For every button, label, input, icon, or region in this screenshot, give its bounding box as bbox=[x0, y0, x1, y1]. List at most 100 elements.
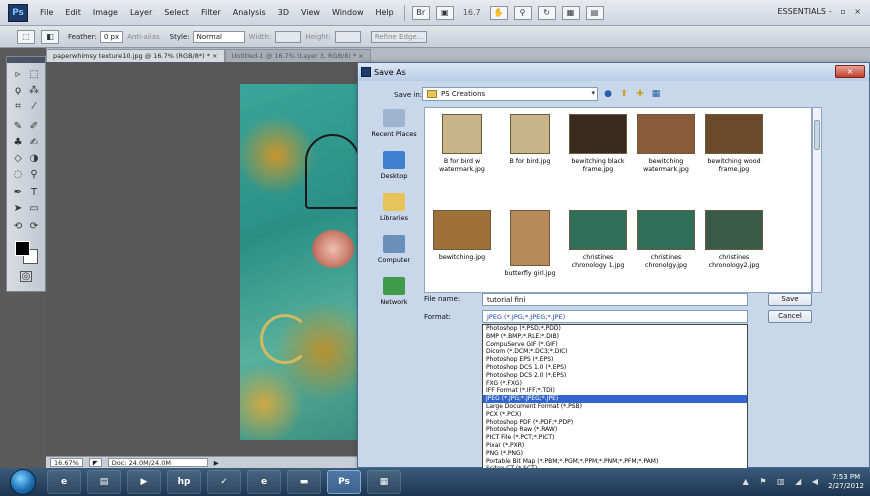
place-desktop[interactable]: Desktop bbox=[364, 151, 424, 180]
eraser-icon[interactable]: ◇ bbox=[11, 151, 25, 165]
marquee-tool-icon[interactable]: ⬚ bbox=[27, 67, 41, 81]
place-recent-places[interactable]: Recent Places bbox=[364, 109, 424, 138]
menu-view[interactable]: View bbox=[295, 8, 326, 17]
menu-analysis[interactable]: Analysis bbox=[227, 8, 272, 17]
menu-layer[interactable]: Layer bbox=[124, 8, 158, 17]
cancel-button[interactable]: Cancel bbox=[768, 310, 812, 323]
format-option[interactable]: Photoshop PDF (*.PDF;*.PDP) bbox=[483, 419, 747, 427]
tab-paperwhimsy[interactable]: paperwhimsy texture10.jpg @ 16.7% (RGB/8… bbox=[46, 49, 225, 62]
file-item[interactable]: bewitching black frame.jpg bbox=[565, 114, 631, 174]
close-icon[interactable]: × bbox=[835, 65, 865, 78]
blur-tool-icon[interactable]: ◌ bbox=[11, 167, 25, 181]
view-menu-icon[interactable]: ▦ bbox=[650, 88, 662, 100]
zoom-icon[interactable]: ⚲ bbox=[513, 5, 532, 20]
save-in-select[interactable]: PS Creations ▾ bbox=[422, 87, 598, 101]
file-item[interactable]: christines chronology2.jpg bbox=[701, 210, 767, 270]
file-item[interactable]: butterfly girl.jpg bbox=[497, 210, 563, 278]
width-input[interactable] bbox=[275, 30, 302, 43]
menu-image[interactable]: Image bbox=[87, 8, 124, 17]
format-option[interactable]: PICT File (*.PCT;*.PICT) bbox=[483, 434, 747, 442]
antialias-checkbox[interactable]: Anti-alias bbox=[127, 33, 160, 41]
format-option[interactable]: Large Document Format (*.PSB) bbox=[483, 403, 747, 411]
hand-icon[interactable]: ✋ bbox=[489, 5, 508, 20]
document-artwork[interactable] bbox=[240, 84, 360, 440]
document-icon[interactable]: ▦ bbox=[367, 470, 401, 494]
format-option[interactable]: JPEG (*.JPG;*.JPEG;*.JPE) bbox=[483, 395, 747, 403]
workspace-switcher[interactable]: ESSENTIALS bbox=[777, 7, 826, 16]
lasso-tool-icon[interactable]: ϙ bbox=[11, 83, 25, 97]
history-brush-icon[interactable]: ✍ bbox=[27, 135, 41, 149]
status-arrow-icon[interactable]: ◤ bbox=[88, 458, 102, 467]
selection-mode-icon[interactable]: ◧ bbox=[41, 29, 59, 44]
ie-icon[interactable]: e bbox=[47, 470, 81, 494]
new-folder-icon[interactable]: ✚ bbox=[634, 88, 646, 100]
file-item[interactable]: christines chronolgy.jpg bbox=[633, 210, 699, 270]
extras-icon[interactable]: ▤ bbox=[585, 5, 604, 20]
tab-untitled-1[interactable]: Untitled-1 @ 16.7% (Layer 3, RGB/8) * × bbox=[224, 49, 371, 62]
file-item[interactable]: bewitching watermark.jpg bbox=[633, 114, 699, 174]
menu-window[interactable]: Window bbox=[326, 8, 370, 17]
crop-tool-icon[interactable]: ⌗ bbox=[11, 99, 25, 113]
format-option[interactable]: Pixar (*.PXR) bbox=[483, 442, 747, 450]
file-item[interactable]: B for bird w watermark.jpg bbox=[429, 114, 495, 174]
place-libraries[interactable]: Libraries bbox=[364, 193, 424, 222]
back-icon[interactable]: ● bbox=[602, 88, 614, 100]
menu-filter[interactable]: Filter bbox=[195, 8, 227, 17]
format-dropdown-list[interactable]: Photoshop (*.PSD;*.PDD) BMP (*.BMP;*.RLE;… bbox=[482, 324, 748, 469]
format-option[interactable]: Photoshop EPS (*.EPS) bbox=[483, 356, 747, 364]
quick-select-icon[interactable]: ⁂ bbox=[27, 83, 41, 97]
format-option[interactable]: PCX (*.PCX) bbox=[483, 411, 747, 419]
hp-icon[interactable]: hp bbox=[167, 470, 201, 494]
foreground-color-swatch[interactable] bbox=[15, 241, 30, 256]
3d-rotate-icon[interactable]: ⟲ bbox=[11, 219, 25, 233]
move-tool-icon[interactable]: ▹ bbox=[11, 67, 25, 81]
file-list[interactable]: B for bird w watermark.jpg B for bird.jpg… bbox=[424, 107, 812, 293]
shape-tool-icon[interactable]: ▭ bbox=[27, 201, 41, 215]
format-option[interactable]: IFF Format (*.IFF;*.TDI) bbox=[483, 387, 747, 395]
format-option[interactable]: Portable Bit Map (*.PBM;*.PGM;*.PPM;*.PN… bbox=[483, 458, 747, 466]
tools-panel-header[interactable] bbox=[7, 57, 45, 63]
format-option[interactable]: Photoshop Raw (*.RAW) bbox=[483, 426, 747, 434]
healing-brush-icon[interactable]: ✎ bbox=[11, 119, 25, 133]
refine-edge-button[interactable]: Refine Edge... bbox=[370, 30, 428, 43]
file-item[interactable]: christines chronology 1.jpg bbox=[565, 210, 631, 270]
pen-tool-icon[interactable]: ✒ bbox=[11, 185, 25, 199]
folder-icon[interactable]: ▬ bbox=[287, 470, 321, 494]
format-select[interactable]: JPEG (*.JPG;*.JPEG;*.JPE) bbox=[482, 310, 748, 323]
menu-help[interactable]: Help bbox=[370, 8, 400, 17]
eyedropper-icon[interactable]: ⁄ bbox=[27, 99, 41, 113]
status-menu-icon[interactable]: ▶ bbox=[214, 459, 219, 467]
menu-edit[interactable]: Edit bbox=[59, 8, 87, 17]
place-computer[interactable]: Computer bbox=[364, 235, 424, 264]
style-select[interactable]: Normal bbox=[192, 30, 245, 43]
menu-file[interactable]: File bbox=[34, 8, 59, 17]
save-button[interactable]: Save bbox=[768, 293, 812, 306]
format-option[interactable]: Dicom (*.DCM;*.DC3;*.DIC) bbox=[483, 348, 747, 356]
zoom-level[interactable]: 16.67% bbox=[50, 458, 83, 467]
format-option[interactable]: Photoshop (*.PSD;*.PDD) bbox=[483, 325, 747, 333]
arrange-docs-icon[interactable]: ▦ bbox=[561, 5, 580, 20]
clock[interactable]: 7:53 PM 2/27/2012 bbox=[828, 473, 864, 491]
clone-stamp-icon[interactable]: ♣ bbox=[11, 135, 25, 149]
menu-3d[interactable]: 3D bbox=[272, 8, 295, 17]
file-list-scrollbar[interactable] bbox=[812, 107, 822, 293]
gradient-tool-icon[interactable]: ◑ bbox=[27, 151, 41, 165]
start-button[interactable] bbox=[10, 469, 36, 495]
file-item[interactable]: bewitching.jpg bbox=[429, 210, 495, 262]
system-tray[interactable]: ▲ ⚑ ▥ ◢ ◀ bbox=[743, 477, 822, 486]
media-player-icon[interactable]: ▶ bbox=[127, 470, 161, 494]
photoshop-taskbar-icon[interactable]: Ps bbox=[327, 470, 361, 494]
feather-input[interactable]: 0 px bbox=[99, 30, 124, 43]
screen-mode-icon[interactable]: ▣ bbox=[435, 5, 454, 20]
file-name-input[interactable]: tutorial fini bbox=[482, 293, 748, 306]
place-network[interactable]: Network bbox=[364, 277, 424, 306]
3d-orbit-icon[interactable]: ⟳ bbox=[27, 219, 41, 233]
window-controls[interactable]: - ▫ × bbox=[829, 7, 864, 16]
brush-tool-icon[interactable]: ✐ bbox=[27, 119, 41, 133]
format-option[interactable]: CompuServe GIF (*.GIF) bbox=[483, 341, 747, 349]
format-option[interactable]: BMP (*.BMP;*.RLE;*.DIB) bbox=[483, 333, 747, 341]
height-input[interactable] bbox=[334, 30, 361, 43]
quick-mask-icon[interactable]: ◎ bbox=[20, 271, 32, 282]
bridge-icon[interactable]: Br bbox=[411, 5, 430, 20]
menu-select[interactable]: Select bbox=[158, 8, 195, 17]
